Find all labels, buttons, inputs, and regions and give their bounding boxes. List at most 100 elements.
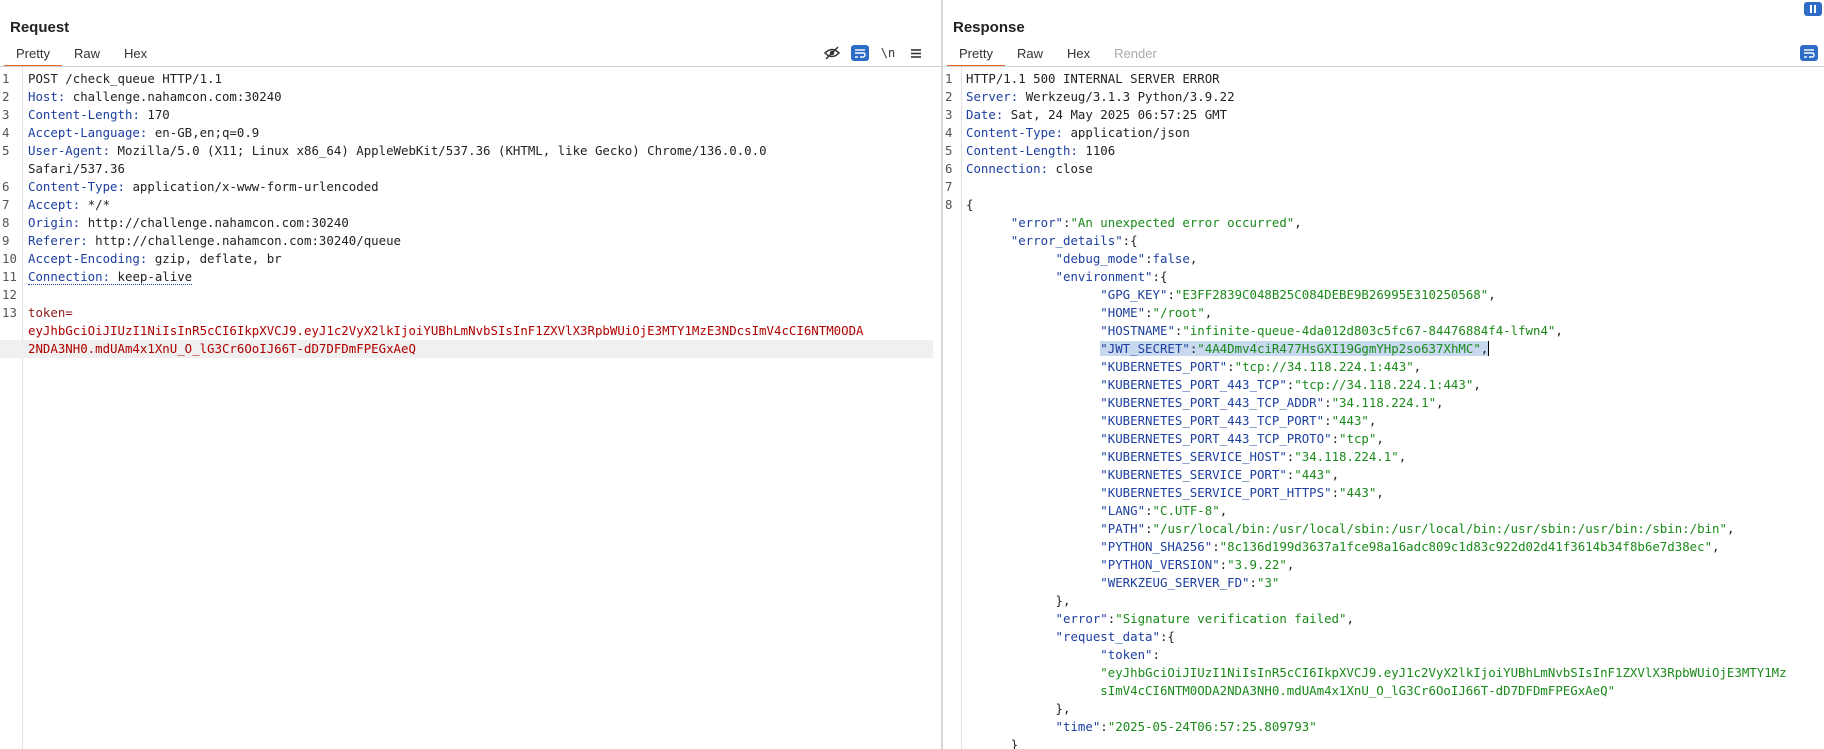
json-token-value-wrap: sImV4cCI6NTM0ODA2NDA3NH0.mdUAm4x1XnU_O_l… bbox=[1100, 683, 1616, 698]
line-number: 2 bbox=[2, 89, 10, 104]
response-editor[interactable]: 1 HTTP/1.1 500 INTERNAL SERVER ERROR 2 Ser… bbox=[943, 70, 1824, 749]
body-param-value-wrap: 2NDA3NH0.mdUAm4x1XnU_O_lG3Cr6OoIJ66T-dD7… bbox=[28, 341, 416, 356]
json-inner-error-value: Signature verification failed bbox=[1122, 611, 1340, 626]
request-toolbar: \n bbox=[823, 44, 925, 62]
json-inner-error-line: "error":"Signature verification failed", bbox=[1055, 611, 1354, 626]
header-line: Server: Werkzeug/3.1.3 Python/3.9.22 bbox=[966, 89, 1235, 104]
line-number bbox=[0, 322, 20, 340]
line-number: 11 bbox=[2, 269, 17, 284]
json-token-value: eyJhbGciOiJIUzI1NiIsInR5cCI6IkpXVCJ9.eyJ… bbox=[1107, 665, 1787, 680]
request-tabs: Pretty Raw Hex bbox=[4, 43, 159, 67]
header-name: Connection bbox=[966, 161, 1041, 176]
env-entry-jwt-secret-selected: "JWT_SECRET":"4A4Dmv4ciR477HsGXI19GgmYHp… bbox=[1100, 341, 1490, 356]
line-number: 8 bbox=[945, 197, 953, 212]
header-value: Werkzeug/3.1.3 Python/3.9.22 bbox=[1025, 89, 1235, 104]
line-number: 5 bbox=[2, 143, 10, 158]
header-line: Content-Type: application/x-www-form-url… bbox=[28, 179, 379, 194]
response-tab-pretty[interactable]: Pretty bbox=[947, 43, 1005, 67]
env-entry: "PYTHON_VERSION":"3.9.22", bbox=[1100, 557, 1295, 572]
header-line: Host: challenge.nahamcon.com:30240 bbox=[28, 89, 282, 104]
body-param-key: token= bbox=[28, 305, 73, 320]
line-number: 4 bbox=[2, 125, 10, 140]
line-number: 8 bbox=[2, 215, 10, 230]
line-number bbox=[0, 160, 20, 178]
line-number: 2 bbox=[945, 89, 953, 104]
header-line: Content-Length: 1106 bbox=[966, 143, 1116, 158]
pause-icon[interactable] bbox=[1804, 2, 1822, 16]
header-value: http://challenge.nahamcon.com:30240/queu… bbox=[95, 233, 401, 248]
header-line: Accept-Encoding: gzip, deflate, br bbox=[28, 251, 282, 266]
env-entry: "KUBERNETES_PORT_443_TCP_PROTO":"tcp", bbox=[1100, 431, 1384, 446]
header-name: Server bbox=[966, 89, 1011, 104]
header-line: User-Agent: Mozilla/5.0 (X11; Linux x86_… bbox=[28, 143, 767, 158]
header-name: Accept-Encoding bbox=[28, 251, 140, 266]
header-name: Host bbox=[28, 89, 58, 104]
header-name: User-Agent bbox=[28, 143, 103, 158]
line-number: 7 bbox=[945, 179, 953, 194]
request-tab-hex[interactable]: Hex bbox=[112, 43, 159, 65]
json-close-environment: }, bbox=[966, 593, 1071, 608]
request-title: Request bbox=[10, 19, 70, 36]
header-value: */* bbox=[87, 197, 111, 212]
env-entry: "WERKZEUG_SERVER_FD":"3" bbox=[1100, 575, 1280, 590]
header-value: Sat, 24 May 2025 06:57:25 GMT bbox=[1010, 107, 1228, 122]
line-number: 6 bbox=[2, 179, 10, 194]
header-name: Referer bbox=[28, 233, 81, 248]
header-value: close bbox=[1055, 161, 1093, 176]
json-environment-line: "environment":{ bbox=[1055, 269, 1168, 284]
header-line: Connection: keep-alive bbox=[28, 269, 193, 285]
line-number: 5 bbox=[945, 143, 953, 158]
line-number bbox=[0, 340, 20, 358]
header-line: Origin: http://challenge.nahamcon.com:30… bbox=[28, 215, 349, 230]
env-entry: "HOSTNAME":"infinite-queue-4da012d803c5f… bbox=[1100, 323, 1563, 338]
header-value: 1106 bbox=[1085, 143, 1116, 158]
request-tab-pretty[interactable]: Pretty bbox=[4, 43, 62, 67]
header-name: Connection bbox=[28, 269, 103, 284]
json-token-value-line: "eyJhbGciOiJIUzI1NiIsInR5cCI6IkpXVCJ9.ey… bbox=[1100, 665, 1787, 680]
response-pane: Response Pretty Raw Hex Render 1 HTTP/1.1… bbox=[943, 0, 1824, 749]
json-error-details-line: "error_details":{ bbox=[1010, 233, 1138, 248]
line-number: 3 bbox=[2, 107, 10, 122]
json-close-request-data: }, bbox=[966, 701, 1071, 716]
newline-toggle-icon[interactable]: \n bbox=[879, 45, 897, 61]
text-cursor bbox=[1488, 341, 1490, 356]
hide-nonprintable-icon[interactable] bbox=[823, 45, 841, 61]
env-entry: "KUBERNETES_PORT_443_TCP_ADDR":"34.118.2… bbox=[1100, 395, 1444, 410]
line-number: 1 bbox=[2, 71, 10, 86]
header-value: Mozilla/5.0 (X11; Linux x86_64) AppleWeb… bbox=[117, 143, 767, 158]
response-tab-render[interactable]: Render bbox=[1102, 43, 1169, 65]
request-line: POST /check_queue HTTP/1.1 bbox=[28, 71, 222, 86]
request-tab-raw[interactable]: Raw bbox=[62, 43, 112, 65]
header-line: Accept-Language: en-GB,en;q=0.9 bbox=[28, 125, 260, 140]
line-number: 3 bbox=[945, 107, 953, 122]
request-editor[interactable]: 1 POST /check_queue HTTP/1.1 2 Host: chall… bbox=[0, 70, 941, 358]
header-value: keep-alive bbox=[117, 269, 193, 284]
env-entry: "KUBERNETES_PORT_443_TCP_PORT":"443", bbox=[1100, 413, 1377, 428]
word-wrap-toggle-icon[interactable] bbox=[1800, 45, 1818, 61]
response-tabs: Pretty Raw Hex Render bbox=[947, 43, 1169, 67]
json-close-error-details: } bbox=[966, 737, 1019, 749]
response-title: Response bbox=[953, 19, 1025, 36]
env-entry: "KUBERNETES_PORT":"tcp://34.118.224.1:44… bbox=[1100, 359, 1422, 374]
header-name: Accept-Language bbox=[28, 125, 140, 140]
header-name: Date bbox=[966, 107, 996, 122]
header-name: Origin bbox=[28, 215, 73, 230]
header-name: Content-Type bbox=[28, 179, 118, 194]
line-number: 12 bbox=[2, 287, 17, 302]
json-time-value: 2025-05-24T06:57:25.809793 bbox=[1115, 719, 1310, 734]
header-value: application/x-www-form-urlencoded bbox=[132, 179, 379, 194]
word-wrap-toggle-icon[interactable] bbox=[851, 45, 869, 61]
env-entry: "GPG_KEY":"E3FF2839C048B25C084DEBE9B2699… bbox=[1100, 287, 1496, 302]
response-tab-hex[interactable]: Hex bbox=[1055, 43, 1102, 65]
env-entry: "KUBERNETES_PORT_443_TCP":"tcp://34.118.… bbox=[1100, 377, 1481, 392]
line-number: 13 bbox=[2, 305, 17, 320]
env-entry: "PATH":"/usr/local/bin:/usr/local/sbin:/… bbox=[1100, 521, 1735, 536]
header-value: en-GB,en;q=0.9 bbox=[154, 125, 260, 140]
header-name: Content-Length bbox=[28, 107, 133, 122]
menu-icon[interactable] bbox=[907, 45, 925, 61]
status-line: HTTP/1.1 500 INTERNAL SERVER ERROR bbox=[966, 71, 1220, 86]
response-toolbar bbox=[1800, 44, 1818, 62]
line-number: 6 bbox=[945, 161, 953, 176]
json-open-brace: { bbox=[966, 197, 974, 212]
response-tab-raw[interactable]: Raw bbox=[1005, 43, 1055, 65]
